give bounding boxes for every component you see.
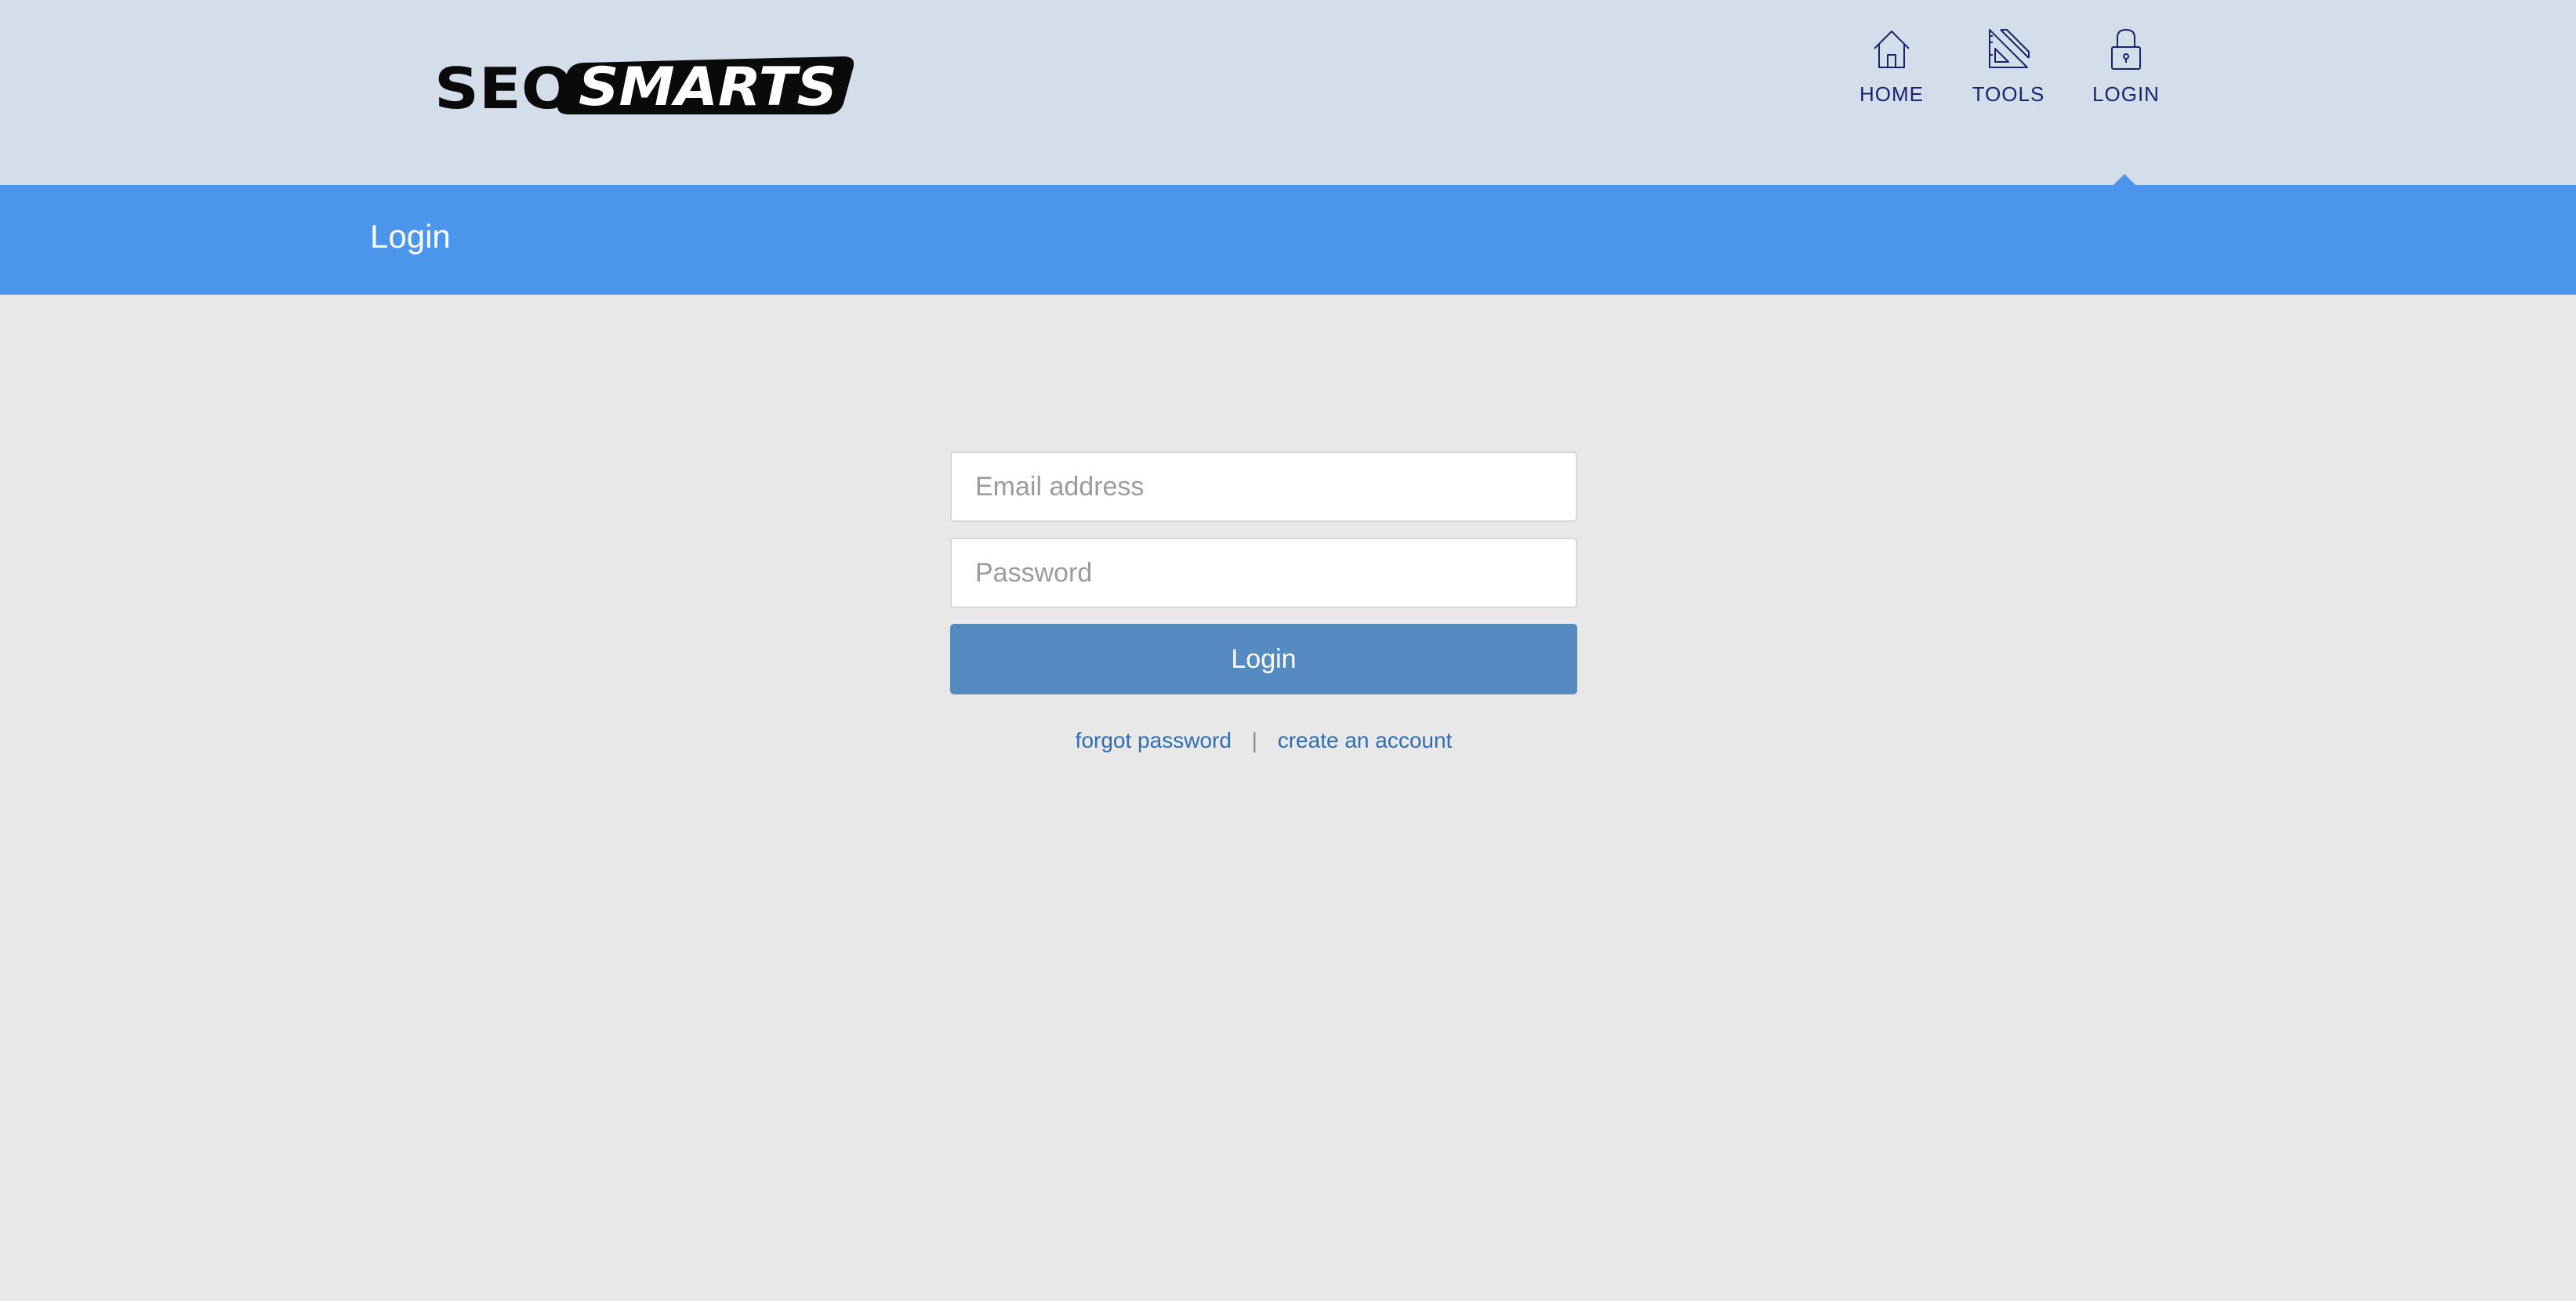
seo-smarts-logo[interactable]: SEO SMARTS — [430, 55, 857, 116]
nav-tools-label: TOOLS — [1972, 82, 2045, 106]
svg-text:SMARTS: SMARTS — [579, 56, 837, 116]
login-form: Login forgot password | create an accoun… — [950, 451, 1577, 754]
create-account-link[interactable]: create an account — [1278, 728, 1453, 752]
password-input[interactable] — [950, 538, 1577, 608]
nav-login[interactable]: LOGIN — [2063, 25, 2189, 111]
home-icon — [1868, 25, 1915, 72]
lock-icon — [2103, 25, 2150, 72]
nav-home[interactable]: HOME — [1829, 25, 1954, 111]
email-input[interactable] — [950, 451, 1577, 522]
link-separator: | — [1251, 728, 1257, 752]
form-links: forgot password | create an account — [950, 727, 1577, 754]
login-button[interactable]: Login — [950, 624, 1577, 694]
site-header: SEO SMARTS HOME TOOLS LOGIN — [0, 0, 2576, 185]
forgot-password-link[interactable]: forgot password — [1076, 728, 1232, 752]
ruler-triangle-icon — [1985, 25, 2032, 72]
active-nav-indicator — [2113, 174, 2136, 186]
nav-tools[interactable]: TOOLS — [1946, 25, 2071, 111]
nav-home-label: HOME — [1859, 82, 1924, 106]
svg-text:SEO: SEO — [434, 56, 574, 116]
title-bar: Login — [0, 185, 2576, 295]
nav-login-label: LOGIN — [2092, 82, 2160, 106]
page-title: Login — [370, 218, 451, 255]
